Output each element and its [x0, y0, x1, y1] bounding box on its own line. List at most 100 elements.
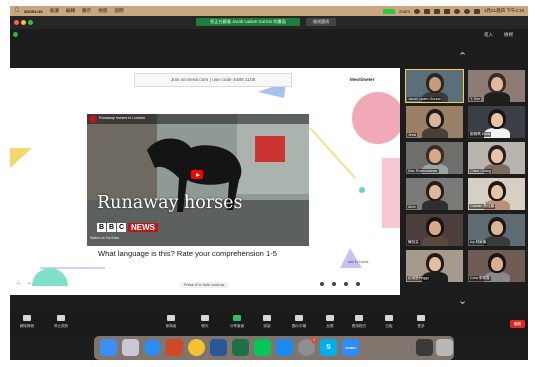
gallery-scroll-up-icon[interactable]: ⌃ [458, 52, 467, 63]
slide-controls-hint: Press H to hide controls [180, 282, 229, 288]
participant-face [429, 185, 441, 199]
participant-tile[interactable]: Alice [406, 178, 463, 210]
skype-icon[interactable]: S [320, 339, 337, 356]
close-window-icon[interactable] [14, 20, 19, 25]
participant-tile[interactable]: Y. Kim [468, 70, 525, 102]
video-title: Runaway horses in London [99, 116, 146, 120]
fullscreen-window-icon[interactable] [28, 20, 33, 25]
more-button[interactable]: 更多 [406, 315, 436, 329]
more-label: 更多 [417, 324, 425, 328]
embedded-youtube-video[interactable]: Runaway horses in London Runaway horses … [87, 114, 309, 246]
powerpoint-icon[interactable] [166, 339, 183, 356]
channel-logo-icon [89, 115, 97, 123]
next-slide-button[interactable]: → [26, 280, 32, 286]
apps-button[interactable]: 應用程式 [344, 315, 374, 329]
zoom-screen:  zoom.us 會議 編輯 顯示 視窗 說明 zoom 3月21週四 下午4… [10, 6, 528, 360]
fullscreen-icon[interactable] [344, 282, 348, 286]
cc-icon [295, 315, 303, 321]
zoom-icon[interactable]: zoom [342, 339, 359, 356]
record-label: 錄製 [263, 324, 271, 328]
screen-icon[interactable] [416, 339, 433, 356]
menubar-datetime[interactable]: 3月21週四 下午4:18 [484, 8, 524, 14]
menu-item-meeting[interactable]: 會議 [50, 8, 59, 14]
participants-icon [167, 315, 175, 321]
record-icon [263, 315, 271, 321]
screen-icon[interactable] [423, 8, 430, 14]
watch-on-youtube[interactable]: Watch on YouTube [90, 236, 119, 240]
keyboard-icon[interactable] [433, 8, 440, 14]
view-button[interactable]: 檢視 [504, 32, 513, 38]
unmute-button[interactable]: 解除靜音 [12, 315, 42, 329]
participant-tile[interactable]: Max Rosenwasser [406, 142, 463, 174]
video-status-icon[interactable] [382, 8, 395, 14]
record-icon[interactable] [413, 8, 420, 14]
whiteboard-button[interactable]: 白板 [374, 315, 404, 329]
deco-lavender-triangle [340, 248, 362, 268]
gallery-scroll-down-icon[interactable]: ⌄ [458, 296, 467, 307]
safari-icon[interactable] [144, 339, 161, 356]
line-icon[interactable] [254, 339, 271, 356]
meeting-toolbar: 解除靜音 停止視訊 參與者 聊天 分享畫面 錄製 顯示字幕 反應 應用程式 白板… [10, 313, 528, 335]
menu-item-view[interactable]: 顯示 [82, 8, 91, 14]
chrome-icon[interactable] [188, 339, 205, 356]
participant-tile[interactable]: 鄭雅晴 Doris [468, 106, 525, 138]
apple-icon[interactable]:  [10, 8, 24, 14]
youtube-play-button[interactable] [191, 170, 203, 179]
macos-menubar:  zoom.us 會議 編輯 顯示 視窗 說明 zoom 3月21週四 下午4… [10, 6, 528, 16]
whiteboard-icon [385, 315, 393, 321]
menu-app-name[interactable]: zoom.us [24, 9, 43, 14]
chat-label: 聊天 [201, 324, 209, 328]
captions-button[interactable]: 顯示字幕 [284, 315, 314, 329]
menu-item-window[interactable]: 視窗 [98, 8, 107, 14]
participants-button[interactable]: 參與者 [156, 315, 186, 329]
leave-meeting-button[interactable]: 離開 [510, 320, 525, 328]
menu-item-edit[interactable]: 編輯 [66, 8, 75, 14]
control-center-icon[interactable] [473, 8, 480, 14]
view-options-button[interactable]: 檢視選項 [306, 18, 336, 26]
record-button[interactable]: 錄製 [252, 315, 282, 329]
finder-icon[interactable] [100, 339, 117, 356]
menu-item-help[interactable]: 說明 [114, 8, 123, 14]
participant-body [422, 200, 448, 210]
word-icon[interactable] [210, 339, 227, 356]
stop-video-button[interactable]: 停止視訊 [46, 315, 76, 329]
launchpad-icon[interactable] [122, 339, 139, 356]
participant-face [429, 77, 441, 91]
battery-icon[interactable] [443, 8, 450, 14]
viewing-share-banner: 您正在觀看 Jacob Ladem Gurzon 的畫面 [196, 18, 300, 26]
participant-face [491, 77, 503, 91]
participant-tile[interactable]: 紀翊恩Peggy [406, 250, 463, 282]
participant-tile[interactable]: Chloe Chang [468, 142, 525, 174]
search-icon[interactable] [463, 8, 470, 14]
participant-tile[interactable]: Cora 李佩蓉 [468, 250, 525, 282]
heart-icon[interactable] [320, 282, 324, 286]
participant-tile[interactable]: Jacob Laden Gurzon [405, 69, 464, 103]
chat-icon[interactable] [356, 282, 360, 286]
appstore-icon[interactable] [276, 339, 293, 356]
participant-face [429, 221, 441, 235]
wifi-icon[interactable] [453, 8, 460, 14]
news-label: NEWS [128, 223, 158, 232]
participant-face [429, 257, 441, 271]
participant-tile[interactable]: Ivy 林家瑜 [468, 214, 525, 246]
excel-icon[interactable] [232, 339, 249, 356]
question-icon[interactable] [332, 282, 336, 286]
security-shield-icon[interactable] [13, 32, 18, 37]
participant-body [422, 236, 448, 246]
minimize-window-icon[interactable] [21, 20, 26, 25]
trash-icon[interactable] [436, 339, 453, 356]
participant-tile[interactable]: 陳宜芸 [406, 214, 463, 246]
participant-tile[interactable]: Cataste 蔡佳穎 [468, 178, 525, 210]
participant-name: 陳宜芸 [407, 240, 420, 245]
prev-slide-button[interactable]: ← [16, 280, 22, 286]
participant-tile[interactable]: Jessi [406, 106, 463, 138]
add-to-home-label[interactable]: add to Home [348, 260, 369, 264]
zoom-menubar-label[interactable]: zoom [399, 9, 410, 14]
share-screen-button[interactable]: 分享畫面 [222, 315, 252, 329]
enter-button[interactable]: 進入 [484, 32, 493, 38]
chat-button[interactable]: 聊天 [190, 315, 220, 329]
settings-icon[interactable]: 1 [298, 337, 317, 356]
more-icon [417, 315, 425, 321]
reactions-button[interactable]: 反應 [315, 315, 345, 329]
share-screen-icon [233, 315, 241, 321]
